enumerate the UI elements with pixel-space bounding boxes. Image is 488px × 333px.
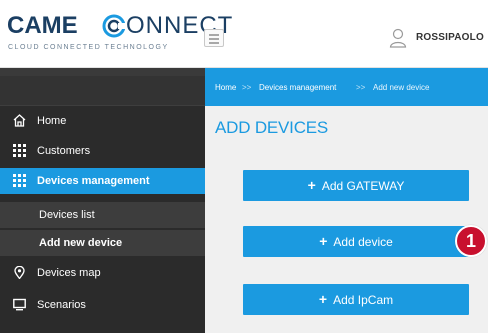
home-icon <box>13 114 26 127</box>
add-device-button[interactable]: + Add device <box>243 226 469 257</box>
plus-icon: + <box>318 291 328 307</box>
add-device-label: Add device <box>333 235 393 249</box>
logo-came-text: CAME <box>7 12 78 39</box>
sidebar-item-devices-management[interactable]: Devices management <box>0 168 205 194</box>
breadcrumb: Home >> Devices management >> Add new de… <box>205 68 488 106</box>
came-connect-logo[interactable]: CAME ONNECT CLOUD CONNECTED TECHNOLOGY <box>7 11 232 61</box>
add-gateway-button[interactable]: + Add GATEWAY <box>243 170 469 201</box>
sidebar-item-customers[interactable]: Customers <box>0 138 205 164</box>
add-ipcam-button[interactable]: + Add IpCam <box>243 284 469 315</box>
main-content: ADD DEVICES + Add GATEWAY + Add device + Ad… <box>205 106 488 333</box>
sidebar-subitem-label: Add new device <box>39 237 123 249</box>
sidebar-item-home[interactable]: Home <box>0 108 205 134</box>
sidebar-item-label: Devices management <box>37 175 150 187</box>
hamburger-line <box>209 38 219 40</box>
breadcrumb-separator: >> <box>356 83 366 92</box>
map-pin-icon <box>14 266 25 279</box>
menu-toggle-button[interactable] <box>204 29 224 47</box>
plus-icon: + <box>307 177 316 193</box>
step-callout-badge: 1 <box>455 225 487 257</box>
sidebar-item-label: Customers <box>37 145 91 157</box>
add-gateway-label: Add GATEWAY <box>321 179 405 193</box>
grid-icon <box>13 144 26 157</box>
sidebar-item-label: Home <box>37 115 67 127</box>
sidebar-item-label: Scenarios <box>37 299 86 311</box>
logo-c-icon <box>102 14 126 38</box>
breadcrumb-home-link[interactable]: Home <box>215 83 236 92</box>
user-icon[interactable] <box>389 28 407 48</box>
sidebar-subitem-add-new-device[interactable]: Add new device <box>0 230 205 256</box>
user-name[interactable]: ROSSIPAOLO <box>416 32 484 43</box>
logo-tagline: CLOUD CONNECTED TECHNOLOGY <box>8 44 169 51</box>
sidebar-item-scenarios[interactable]: Scenarios <box>0 292 205 318</box>
add-ipcam-label: Add IpCam <box>333 293 394 307</box>
sidebar-subitem-devices-list[interactable]: Devices list <box>0 202 205 228</box>
sidebar: Home Customers Devices management Device… <box>0 68 205 333</box>
monitor-icon <box>13 298 26 311</box>
sidebar-divider <box>0 68 205 76</box>
sidebar-header <box>0 76 205 106</box>
plus-icon: + <box>319 233 328 249</box>
breadcrumb-devices-management-link[interactable]: Devices management <box>259 83 336 92</box>
sidebar-item-devices-map[interactable]: Devices map <box>0 260 205 286</box>
hamburger-line <box>209 34 219 36</box>
top-bar: CAME ONNECT CLOUD CONNECTED TECHNOLOGY R… <box>0 0 488 68</box>
breadcrumb-separator: >> <box>242 83 252 92</box>
hamburger-line <box>209 42 219 44</box>
sidebar-item-label: Devices map <box>37 267 101 279</box>
grid-icon <box>13 174 26 187</box>
page-title: ADD DEVICES <box>215 118 329 137</box>
sidebar-subitem-label: Devices list <box>39 209 95 221</box>
breadcrumb-current: Add new device <box>373 83 430 92</box>
